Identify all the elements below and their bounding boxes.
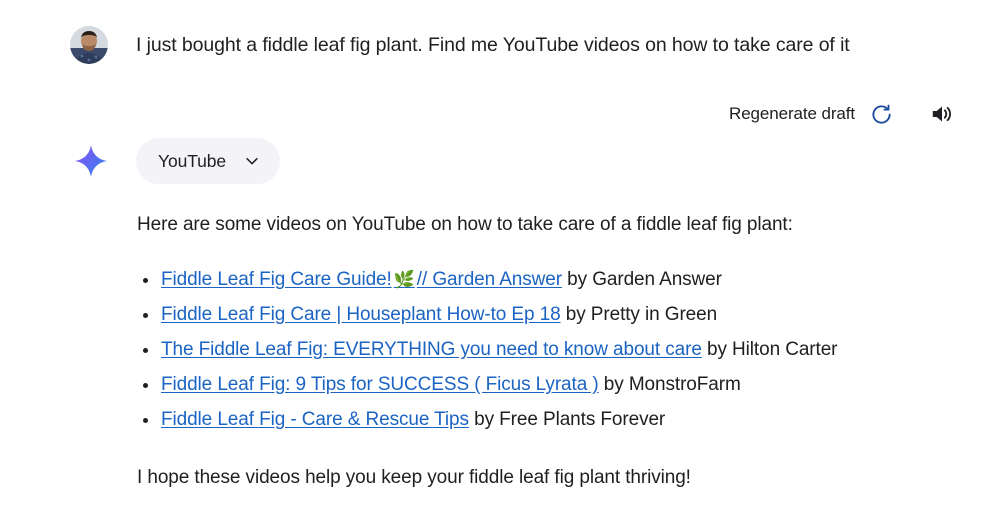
user-avatar [70,26,108,64]
list-item: The Fiddle Leaf Fig: EVERYTHING you need… [137,332,967,367]
list-item: Fiddle Leaf Fig - Care & Rescue Tips by … [137,402,967,437]
video-byline: by MonstroFarm [603,374,741,395]
video-byline: by Pretty in Green [565,304,718,325]
refresh-icon[interactable] [867,100,895,128]
chat-response-page: I just bought a fiddle leaf fig plant. F… [0,0,1007,513]
speaker-icon[interactable] [925,97,959,131]
list-item: Fiddle Leaf Fig Care Guide! 🌿// Garden An… [137,262,967,297]
video-link[interactable]: Fiddle Leaf Fig Care | Houseplant How-to… [161,304,561,325]
gemini-sparkle-icon [72,142,110,180]
video-link[interactable]: Fiddle Leaf Fig: 9 Tips for SUCCESS ( Fi… [161,374,599,395]
source-chip-youtube[interactable]: YouTube [136,138,281,184]
herb-icon: 🌿 [393,270,415,289]
answer-intro: Here are some videos on YouTube on how t… [137,214,793,235]
user-prompt-text: I just bought a fiddle leaf fig plant. F… [136,34,850,56]
user-prompt-row: I just bought a fiddle leaf fig plant. F… [0,22,850,64]
response-toolbar: Regenerate draft [729,97,959,131]
answer-body: Here are some videos on YouTube on how t… [137,210,967,493]
source-chip-label: YouTube [158,150,227,171]
video-byline: by Garden Answer [567,269,722,290]
video-title-part-2: // Garden Answer [416,269,562,290]
regenerate-draft-label[interactable]: Regenerate draft [729,104,855,124]
avatar-photo-icon [70,26,108,64]
video-link[interactable]: Fiddle Leaf Fig Care Guide! 🌿// Garden An… [161,269,562,290]
answer-closing: I hope these videos help you keep your f… [137,467,691,488]
chevron-down-icon[interactable] [242,151,262,171]
video-link[interactable]: The Fiddle Leaf Fig: EVERYTHING you need… [161,339,702,360]
video-link[interactable]: Fiddle Leaf Fig - Care & Rescue Tips [161,409,469,430]
list-item: Fiddle Leaf Fig: 9 Tips for SUCCESS ( Fi… [137,367,967,402]
list-item: Fiddle Leaf Fig Care | Houseplant How-to… [137,297,967,332]
video-byline: by Free Plants Forever [474,409,666,430]
video-title-part-1: Fiddle Leaf Fig Care Guide! [161,269,392,290]
source-chip-row: YouTube [0,138,281,184]
video-byline: by Hilton Carter [707,339,838,360]
video-list: Fiddle Leaf Fig Care Guide! 🌿// Garden An… [137,262,967,437]
scroll-edge [1003,0,1007,513]
